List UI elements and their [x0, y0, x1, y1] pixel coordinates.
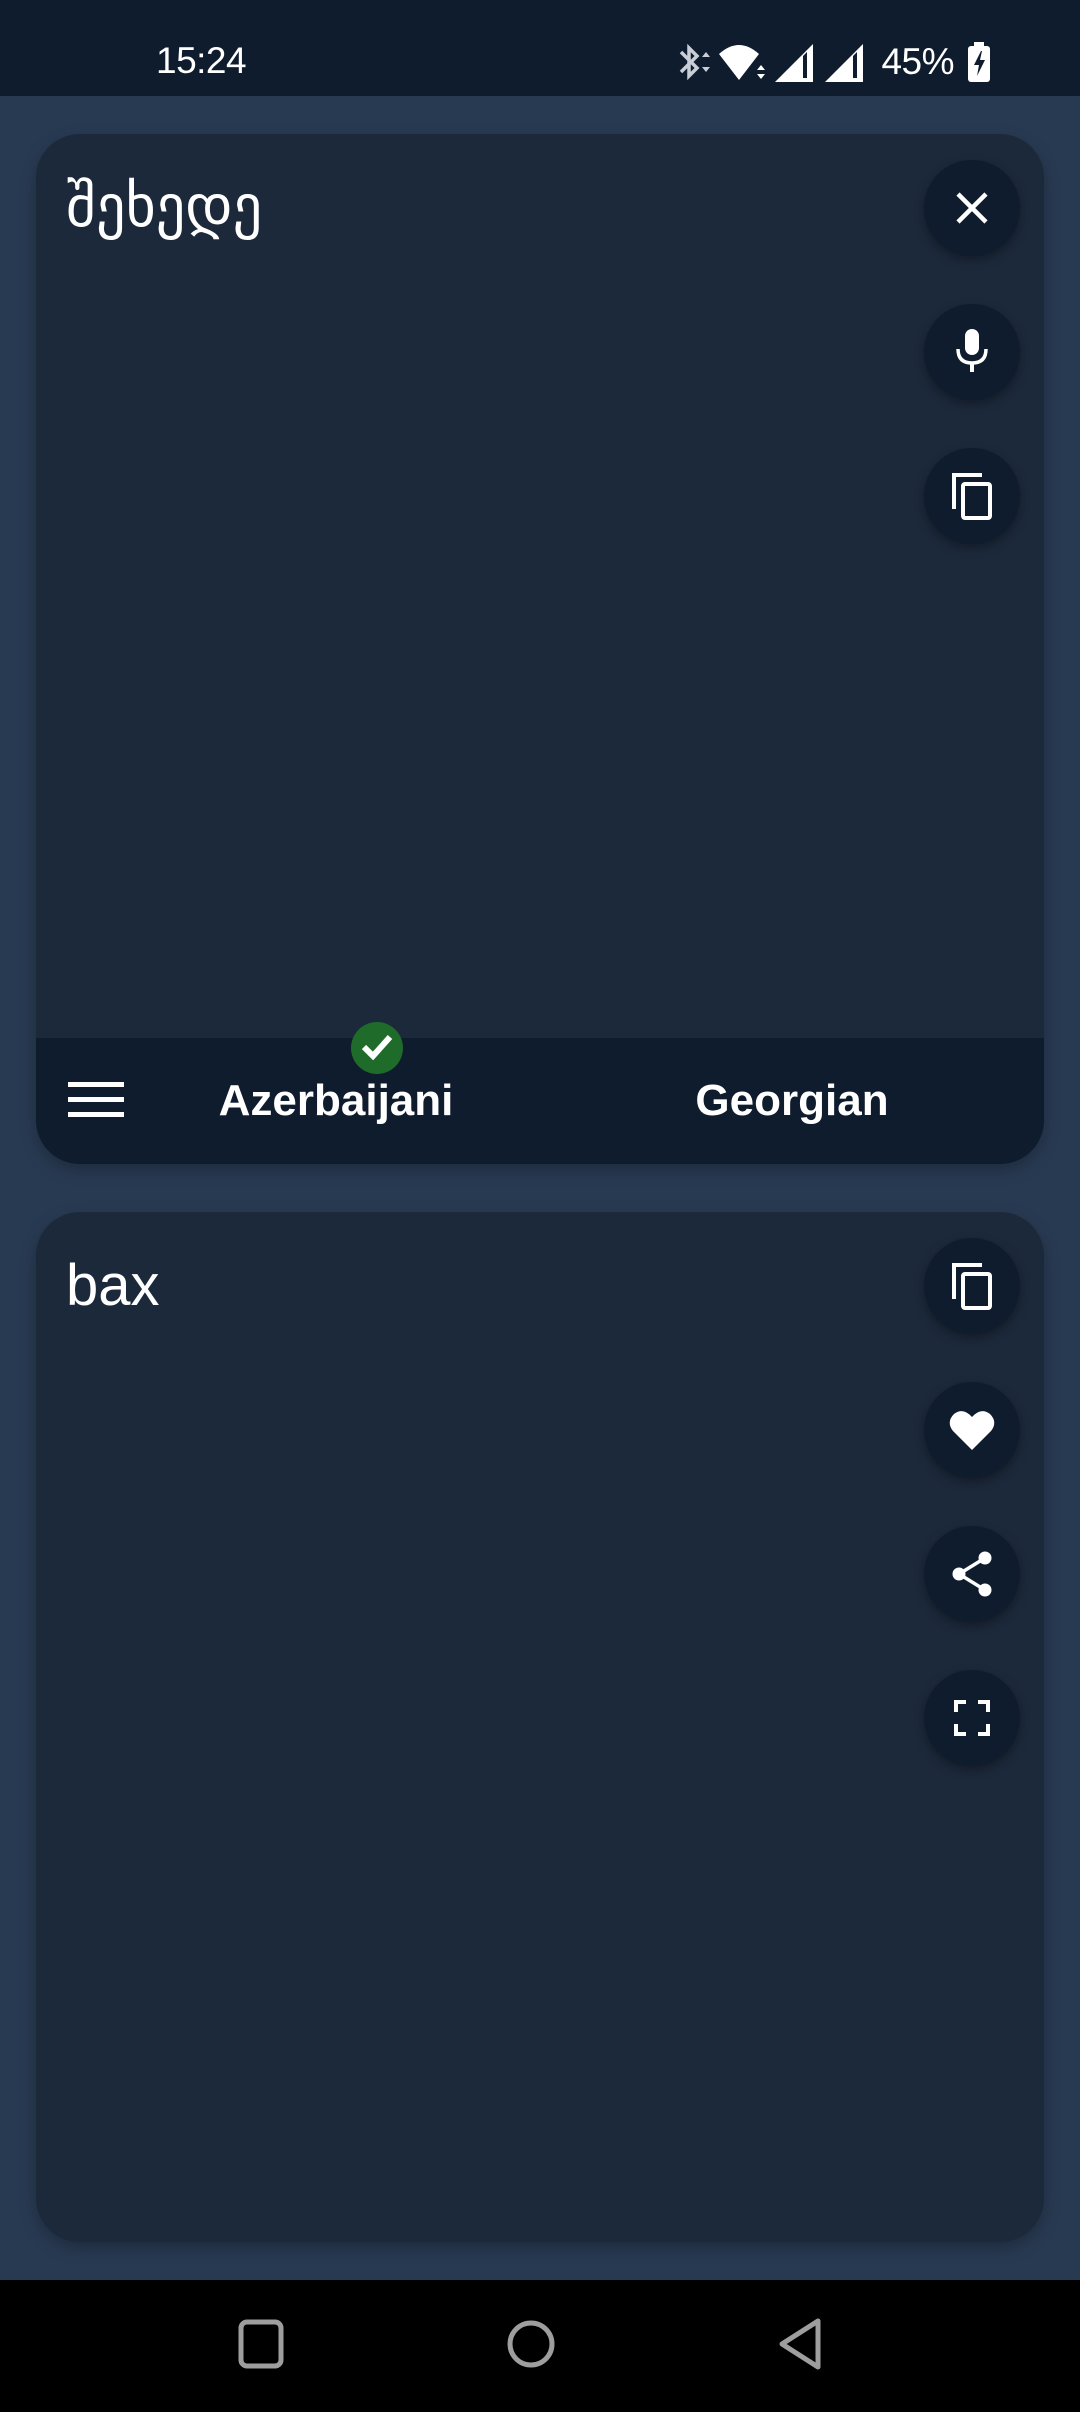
translation-text: bax: [66, 1253, 160, 1318]
system-navigation-bar: [0, 2280, 1080, 2412]
recents-icon: [237, 2318, 285, 2375]
menu-button[interactable]: [56, 1062, 136, 1142]
copy-icon: [950, 471, 994, 521]
share-button[interactable]: [924, 1526, 1020, 1622]
clear-button[interactable]: [924, 160, 1020, 256]
status-time: 15:24: [156, 40, 247, 81]
back-icon: [776, 2317, 828, 2376]
signal-icon: [823, 40, 867, 84]
hamburger-menu-icon: [68, 1080, 124, 1125]
battery-charging-icon: [966, 40, 992, 84]
result-panel: bax: [36, 1212, 1044, 2242]
close-icon: [952, 188, 992, 228]
fullscreen-button[interactable]: [924, 1670, 1020, 1766]
copy-source-button[interactable]: [924, 448, 1020, 544]
status-icons: 45%: [675, 38, 992, 86]
fullscreen-icon: [954, 1700, 990, 1736]
signal-icon: [773, 40, 817, 84]
language-bar: Azerbaijani Georgian: [36, 1022, 1044, 1164]
bluetooth-icon: [675, 40, 711, 84]
share-icon: [950, 1550, 994, 1598]
copy-icon: [950, 1261, 994, 1311]
source-panel: შეხედე Azerbaijani Georgian: [36, 134, 1044, 1164]
copy-translation-button[interactable]: [924, 1238, 1020, 1334]
microphone-button[interactable]: [924, 304, 1020, 400]
home-icon: [505, 2318, 557, 2375]
source-language-selector[interactable]: Azerbaijani: [186, 1076, 486, 1126]
target-language-selector[interactable]: Georgian: [642, 1076, 942, 1126]
selected-language-badge: [351, 1022, 403, 1074]
microphone-icon: [952, 327, 992, 377]
check-icon: [361, 1032, 393, 1065]
heart-icon: [948, 1408, 996, 1452]
recents-button[interactable]: [211, 2306, 311, 2386]
home-button[interactable]: [481, 2306, 581, 2386]
wifi-icon: [717, 40, 767, 84]
battery-percent: 45%: [881, 41, 954, 82]
source-text-input[interactable]: შეხედე: [66, 172, 262, 240]
status-bar: 15:24 45%: [0, 0, 1080, 96]
favorite-button[interactable]: [924, 1382, 1020, 1478]
back-button[interactable]: [752, 2306, 852, 2386]
